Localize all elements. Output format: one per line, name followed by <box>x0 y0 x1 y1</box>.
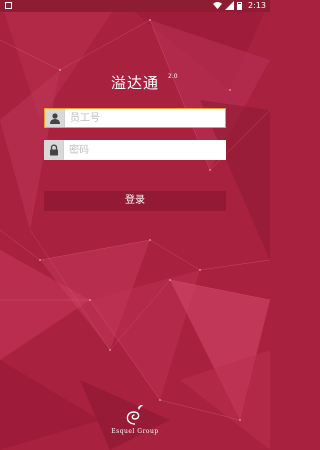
employee-id-input[interactable] <box>65 109 225 127</box>
status-time: 2:13 <box>248 1 266 10</box>
login-button[interactable]: 登录 <box>44 191 226 211</box>
app-title: 溢达通 <box>110 74 159 92</box>
notification-icon <box>5 2 12 9</box>
signal-icon <box>225 1 234 10</box>
employee-id-field[interactable] <box>44 108 226 128</box>
wifi-icon <box>213 1 222 10</box>
battery-icon <box>237 2 242 10</box>
brand-name: Esquel Group <box>111 428 159 435</box>
password-input[interactable] <box>64 140 226 160</box>
app-version: 2.0 <box>168 73 178 80</box>
password-field[interactable] <box>44 140 226 160</box>
esquel-logo-icon <box>126 404 143 425</box>
status-bar: 2:13 <box>0 0 270 12</box>
user-icon <box>45 109 65 127</box>
background-pattern <box>0 0 270 450</box>
lock-icon <box>44 140 64 160</box>
